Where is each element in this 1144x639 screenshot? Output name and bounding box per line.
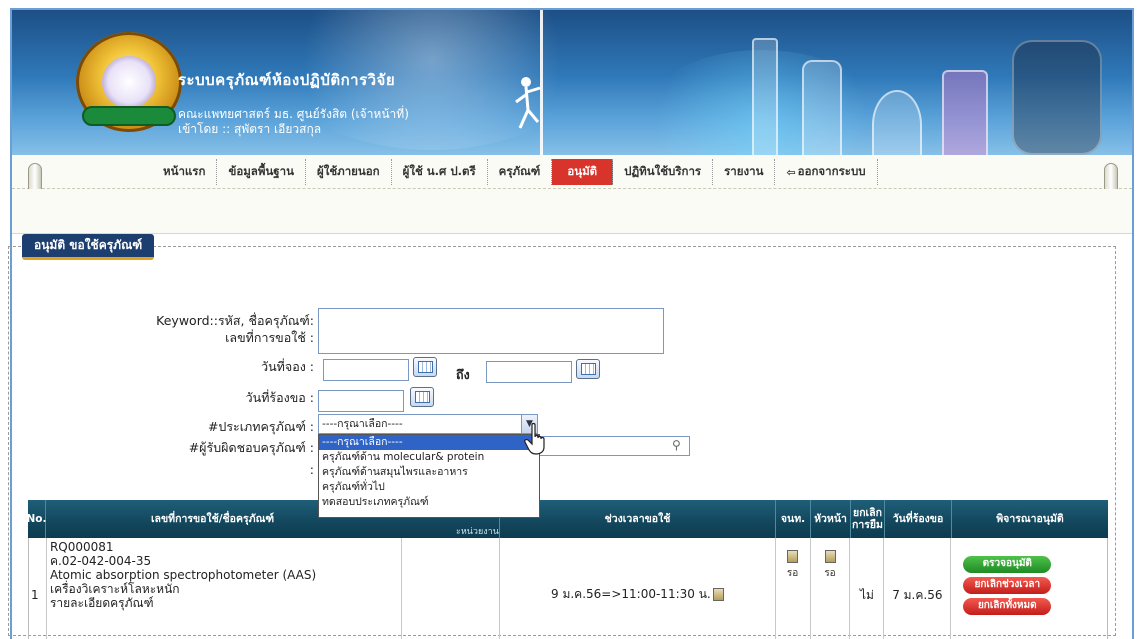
dropdown-option[interactable]: ----กรุณาเลือก---- — [319, 435, 539, 450]
calendar-icon[interactable] — [410, 387, 434, 407]
column-cancel: ยกเลิก การยืม — [851, 500, 885, 538]
request-no-label: เลขที่การขอใช้ : — [225, 330, 314, 345]
logged-in-user: เข้าโดย :: สุพัตรา เอียวสกุล — [178, 122, 322, 136]
menu-bar: หน้าแรก ข้อมูลพื้นฐาน ผู้ใช้ภายนอก ผู้ใช… — [12, 155, 1132, 233]
asset-owner-label: #ผู้รับผิดชอบครุภัณฑ์ : — [188, 440, 314, 455]
menu-item-approve[interactable]: อนุมัติ — [552, 159, 614, 185]
calendar-icon[interactable] — [576, 359, 600, 379]
header-banner: ระบบครุภัณฑ์ห้องปฏิบัติการวิจัย คณะแพทยศ… — [12, 10, 1132, 155]
request-id[interactable]: RQ000081 — [50, 540, 401, 554]
approve-button[interactable]: ตรวจอนุมัติ — [963, 556, 1052, 573]
menu-item-logout[interactable]: ⇦ ออกจากระบบ — [775, 159, 878, 185]
column-head: หัวหน้า — [811, 500, 851, 538]
booking-date-label: วันที่จอง : — [261, 359, 314, 374]
keyword-input[interactable] — [318, 308, 664, 354]
cancel-timeslot-button[interactable]: ยกเลิกช่วงเวลา — [963, 577, 1052, 594]
dropdown-option[interactable]: ครุภัณฑ์ทั่วไป — [319, 480, 539, 495]
column-request-date: วันที่ร้องขอ — [885, 500, 952, 538]
request-date-input[interactable] — [318, 390, 404, 412]
column-approve: พิจารณาอนุมัติ — [996, 513, 1064, 525]
cell-no: 1 — [29, 538, 47, 639]
cell-request-date: 7 ม.ค.56 — [884, 538, 952, 639]
dropdown-option[interactable]: ครุภัณฑ์ด้าน molecular& protein — [319, 450, 539, 465]
dropdown-option[interactable]: ทดสอบประเภทครุภัณฑ์ — [319, 495, 539, 510]
hourglass-icon — [712, 588, 724, 601]
time-range: 9 ม.ค.56=>11:00-11:30 น. — [551, 587, 711, 601]
menu-item-home[interactable]: หน้าแรก — [152, 159, 218, 185]
hand-cursor-icon — [524, 422, 545, 455]
hourglass-icon — [824, 550, 836, 563]
hourglass-icon — [787, 550, 799, 563]
cell-head-status: รอ — [811, 538, 851, 639]
panel-legend: อนุมัติ ขอใช้ครุภัณฑ์ — [22, 234, 155, 260]
cancel-all-button[interactable]: ยกเลิกทั้งหมด — [963, 598, 1052, 615]
cell-approve-actions: ตรวจอนุมัติ ยกเลิกช่วงเวลา ยกเลิกทั้งหมด — [951, 538, 1107, 639]
asset-thai-name: เครื่องวิเคราะห์โลหะหนัก — [49, 582, 180, 596]
cell-cancelled: ไม่ — [850, 538, 885, 639]
cell-unit — [402, 538, 501, 639]
request-date-label: วันที่ร้องขอ : — [245, 390, 314, 405]
asset-name: Atomic absorption spectrophotometer (AAS… — [49, 568, 317, 582]
main-menu: หน้าแรก ข้อมูลพื้นฐาน ผู้ใช้ภายนอก ผู้ใช… — [152, 159, 878, 185]
cell-staff-status: รอ — [776, 538, 811, 639]
menu-item-external-users[interactable]: ผู้ใช้ภายนอก — [306, 159, 392, 185]
menu-item-calendar[interactable]: ปฏิทินใช้บริการ — [613, 159, 714, 185]
menu-bar-lower — [12, 189, 1132, 234]
menu-item-assets[interactable]: ครุภัณฑ์ — [488, 159, 553, 185]
calendar-icon[interactable] — [413, 357, 437, 377]
system-title: ระบบครุภัณฑ์ห้องปฏิบัติการวิจัย — [178, 71, 396, 89]
menu-item-report[interactable]: รายงาน — [713, 159, 776, 185]
asset-detail-link[interactable]: รายละเอียดครุภัณฑ์ — [50, 596, 401, 610]
asset-type-dropdown: ----กรุณาเลือก---- ครุภัณฑ์ด้าน molecula… — [318, 434, 540, 518]
column-no: No. — [27, 500, 47, 538]
logout-icon: ⇦ — [786, 165, 796, 179]
hidden-label: : — [309, 462, 314, 477]
asset-type-label: #ประเภทครุภัณฑ์ : — [207, 419, 314, 434]
faculty-logo — [76, 32, 182, 132]
cell-time: 9 ม.ค.56=>11:00-11:30 น. — [500, 538, 776, 639]
booking-date-to-input[interactable] — [486, 361, 572, 383]
search-icon[interactable]: ⚲ — [672, 438, 681, 452]
to-label: ถึง — [456, 367, 470, 382]
asset-type-select[interactable]: ----กรุณาเลือก---- ▼ — [318, 414, 538, 434]
menu-item-students[interactable]: ผู้ใช้ น.ศ ป.ตรี — [392, 159, 488, 185]
column-staff: จนท. — [776, 500, 811, 538]
dropdown-option[interactable]: ครุภัณฑ์ด้านสมุนไพรและอาหาร — [319, 465, 539, 480]
asset-code: ค.02-042-004-35 — [49, 554, 152, 568]
runner-figure — [515, 10, 543, 155]
table-body: 1 RQ000081 ค.02-042-004-35 Atomic absorp… — [28, 538, 1108, 639]
booking-date-from-input[interactable] — [323, 359, 409, 381]
cell-request: RQ000081 ค.02-042-004-35 Atomic absorpti… — [47, 538, 403, 639]
column-unit-subheader: ะหน่วยงาน — [456, 527, 499, 537]
menu-item-master-data[interactable]: ข้อมูลพื้นฐาน — [217, 159, 306, 185]
